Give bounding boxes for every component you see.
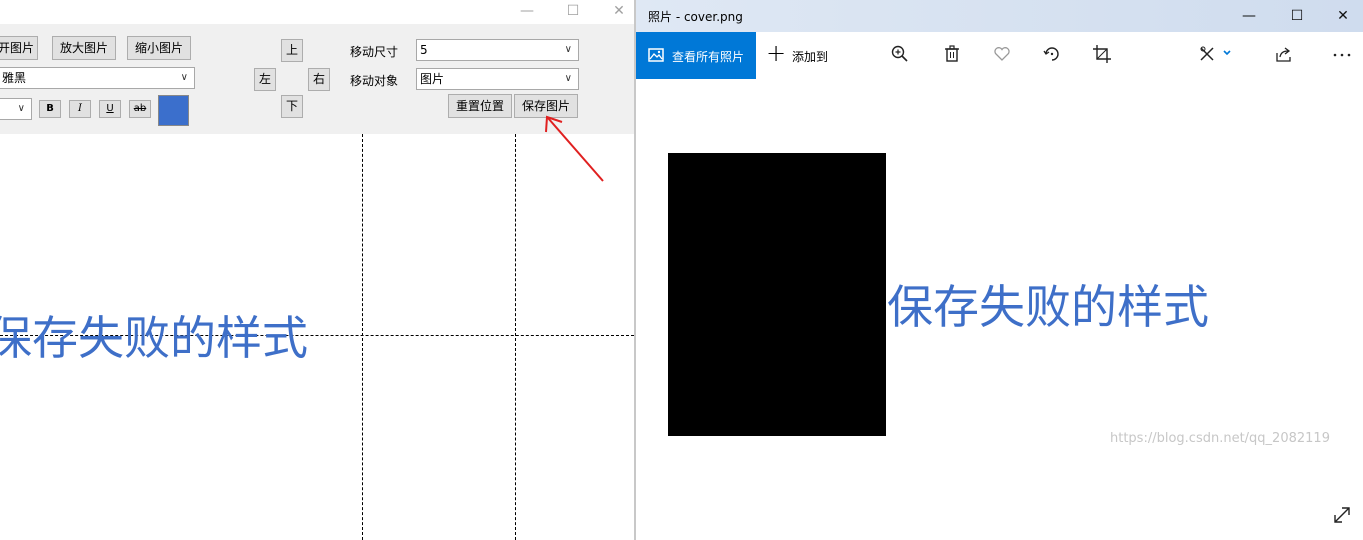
canvas-text: 保存失败的样式 (0, 311, 308, 365)
chevron-down-icon: ∨ (180, 72, 188, 83)
chevron-down-icon: ∨ (564, 73, 572, 84)
guide-line-vertical (515, 134, 516, 540)
editor-canvas[interactable]: 保存失败的样式 (0, 134, 634, 540)
strikethrough-button[interactable]: ab (129, 100, 151, 118)
move-size-label: 移动尺寸 (350, 45, 399, 59)
add-to-button[interactable]: + 添加到 (766, 32, 836, 79)
annotation-arrow-icon (545, 115, 604, 182)
photos-toolbar: 查看所有照片 + 添加到 (636, 32, 1363, 79)
editor-titlebar: — ☐ ✕ (0, 0, 634, 24)
editor-window: — ☐ ✕ 开图片 放大图片 缩小图片 雅黑 ∨ ∨ B I U ab 上 左 … (0, 0, 634, 540)
chevron-down-icon: ∨ (564, 44, 572, 55)
favorite-icon[interactable] (992, 44, 1016, 68)
image-black-area (668, 153, 886, 436)
move-size-value: 5 (420, 43, 428, 57)
move-left-button[interactable]: 左 (254, 68, 276, 91)
bold-button[interactable]: B (39, 100, 61, 118)
photos-titlebar: 照片 - cover.png — ☐ ✕ (636, 0, 1363, 32)
add-to-label: 添加到 (792, 50, 829, 64)
move-size-select[interactable]: 5 ∨ (416, 39, 579, 61)
picture-icon (648, 47, 664, 66)
share-icon[interactable] (1274, 44, 1298, 68)
close-button[interactable]: ✕ (607, 1, 631, 21)
photo-viewer[interactable]: 保存失败的样式 (636, 79, 1363, 540)
move-up-button[interactable]: 上 (281, 39, 303, 62)
rotate-icon[interactable] (1042, 44, 1066, 68)
zoom-icon[interactable] (890, 44, 914, 68)
font-size-select[interactable]: ∨ (0, 98, 32, 120)
color-picker-button[interactable] (158, 95, 189, 126)
more-icon[interactable] (1332, 44, 1356, 68)
chevron-down-icon: ∨ (17, 103, 25, 114)
watermark-text: https://blog.csdn.net/qq_2082119 (1110, 431, 1330, 446)
close-button[interactable]: ✕ (1328, 4, 1358, 28)
reset-position-button[interactable]: 重置位置 (448, 94, 512, 118)
open-image-button[interactable]: 开图片 (0, 36, 38, 60)
font-family-select[interactable]: 雅黑 ∨ (0, 67, 195, 89)
window-title: 照片 - cover.png (648, 10, 743, 24)
zoom-in-button[interactable]: 放大图片 (52, 36, 116, 60)
view-all-photos-button[interactable]: 查看所有照片 (636, 32, 756, 79)
move-target-select[interactable]: 图片 ∨ (416, 68, 579, 90)
edit-icon[interactable] (1198, 44, 1231, 68)
photos-window: 照片 - cover.png — ☐ ✕ 查看所有照片 + 添加到 保存失败的样… (636, 0, 1363, 540)
plus-icon: + (766, 39, 787, 67)
move-target-label: 移动对象 (350, 74, 399, 88)
crop-icon[interactable] (1092, 44, 1116, 68)
font-family-value: 雅黑 (2, 71, 27, 85)
move-down-button[interactable]: 下 (281, 95, 303, 118)
delete-icon[interactable] (942, 44, 966, 68)
maximize-button[interactable]: ☐ (561, 1, 585, 21)
view-all-photos-label: 查看所有照片 (672, 50, 745, 64)
expand-icon[interactable] (1332, 505, 1352, 525)
guide-line-vertical (362, 134, 363, 540)
maximize-button[interactable]: ☐ (1282, 4, 1312, 28)
zoom-out-button[interactable]: 缩小图片 (127, 36, 191, 60)
italic-button[interactable]: I (69, 100, 91, 118)
minimize-button[interactable]: — (515, 1, 539, 21)
minimize-button[interactable]: — (1234, 4, 1264, 28)
underline-button[interactable]: U (99, 100, 121, 118)
move-target-value: 图片 (420, 72, 445, 86)
move-right-button[interactable]: 右 (308, 68, 330, 91)
photo-text: 保存失败的样式 (887, 280, 1209, 334)
editor-toolbar: 开图片 放大图片 缩小图片 雅黑 ∨ ∨ B I U ab 上 左 右 下 移动… (0, 24, 634, 134)
